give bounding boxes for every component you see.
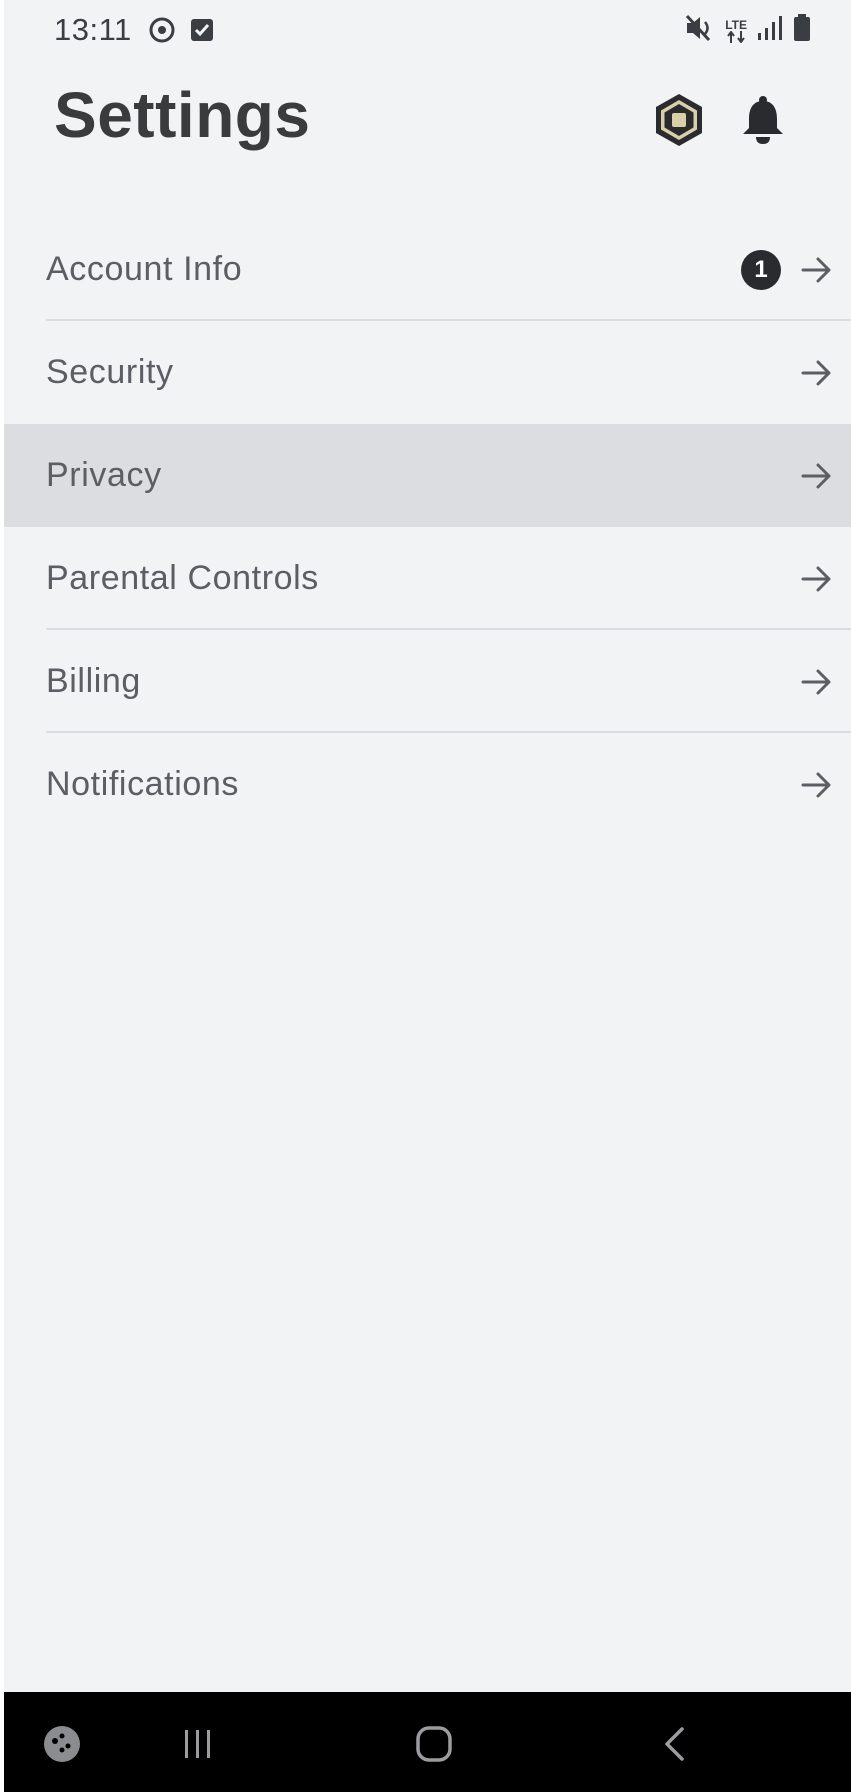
status-time: 13:11 [54, 12, 132, 47]
menu-item-notifications[interactable]: Notifications [4, 733, 851, 836]
game-launcher-icon[interactable] [40, 1722, 84, 1766]
menu-item-privacy[interactable]: Privacy [4, 424, 851, 527]
menu-item-label: Privacy [46, 456, 162, 494]
back-icon[interactable] [652, 1722, 696, 1766]
menu-item-account-info[interactable]: Account Info 1 [4, 218, 851, 321]
mute-icon [685, 14, 715, 47]
status-left-icons [148, 16, 214, 49]
arrow-right-icon [801, 257, 831, 282]
arrow-right-icon [801, 669, 831, 694]
menu-item-label: Parental Controls [46, 559, 319, 597]
page-title: Settings [54, 79, 311, 151]
arrow-right-icon [801, 772, 831, 797]
menu-item-label: Billing [46, 662, 141, 700]
menu-item-billing[interactable]: Billing [4, 630, 851, 733]
arrow-right-icon [801, 566, 831, 591]
notification-badge: 1 [741, 249, 781, 290]
sync-icon [148, 16, 176, 49]
menu-item-label: Account Info [46, 250, 243, 288]
status-bar: 13:11 LTE [4, 0, 851, 62]
menu-item-security[interactable]: Security [4, 321, 851, 424]
settings-screen: 13:11 LTE Settings Account Info 1 Securi… [4, 0, 851, 1792]
settings-menu: Account Info 1 Security Privacy Parental… [4, 218, 851, 836]
system-nav-bar [4, 1692, 851, 1792]
lte-label: LTE [725, 17, 747, 32]
menu-item-parental-controls[interactable]: Parental Controls [4, 527, 851, 630]
menu-item-label: Security [46, 353, 174, 391]
signal-icon [757, 15, 783, 46]
arrow-right-icon [801, 463, 831, 488]
battery-icon [793, 14, 811, 47]
recents-icon[interactable] [176, 1722, 220, 1766]
home-icon[interactable] [412, 1722, 456, 1766]
arrow-right-icon [801, 360, 831, 385]
menu-item-label: Notifications [46, 765, 239, 803]
lte-icon: LTE [725, 19, 747, 43]
bell-icon[interactable] [735, 92, 791, 148]
checkbox-icon [190, 18, 214, 47]
header-icons [651, 92, 791, 148]
robux-icon[interactable] [651, 92, 707, 148]
status-right-icons: LTE [685, 14, 811, 47]
